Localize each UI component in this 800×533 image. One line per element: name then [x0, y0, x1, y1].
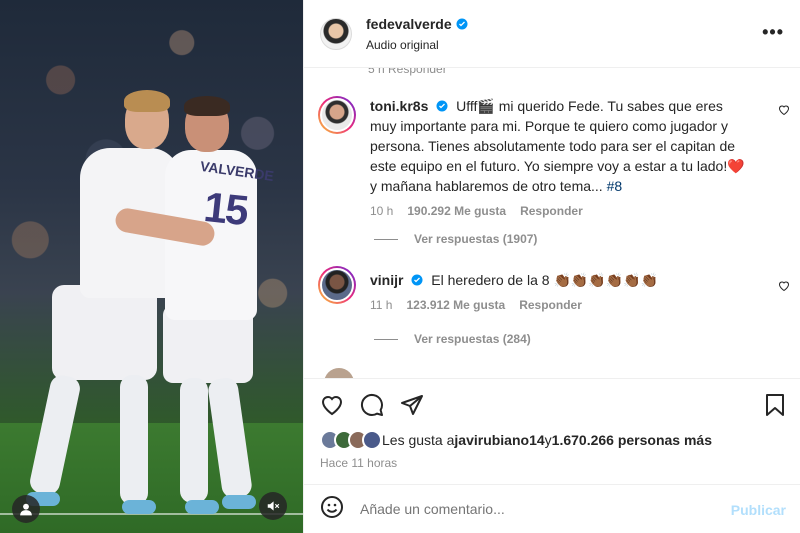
add-comment-bar: Publicar	[304, 484, 800, 533]
avatar[interactable]	[318, 266, 356, 304]
comment-item: vinijr El heredero de la 8 👏🏾👏🏾👏🏾👏🏾👏🏾👏🏾 …	[318, 266, 790, 312]
view-replies-button[interactable]: Ver respuestas (284)	[374, 332, 531, 346]
reply-button[interactable]: Responder	[520, 204, 583, 218]
comment-input[interactable]	[360, 501, 720, 517]
author-username[interactable]: fedevalverde	[366, 16, 452, 32]
faded-comment-meta: 5 h Responder	[368, 68, 447, 76]
boot	[122, 500, 156, 514]
comment-like-icon[interactable]	[778, 280, 790, 292]
comment-item: toni.kr8s Ufff🎬 mi querido Fede. Tu sabe…	[318, 96, 790, 218]
comment-text: El heredero de la 8 👏🏾👏🏾👏🏾👏🏾👏🏾👏🏾	[431, 272, 659, 288]
bookmark-icon[interactable]	[764, 393, 786, 422]
view-replies-label: Ver respuestas (1907)	[414, 232, 538, 246]
view-replies-button[interactable]: Ver respuestas (1907)	[374, 232, 537, 246]
publish-button[interactable]: Publicar	[731, 502, 786, 518]
instagram-post-window: VALVERDE 15 fedevalverde Audio original	[0, 0, 800, 533]
player-right-hair	[184, 96, 230, 116]
comment-username[interactable]: toni.kr8s	[370, 98, 428, 114]
comment-likes[interactable]: 123.912 Me gusta	[406, 298, 505, 312]
comment-time[interactable]: 11 h	[370, 298, 392, 312]
comment-like-icon[interactable]	[778, 104, 790, 116]
user-tag-icon[interactable]	[12, 495, 40, 523]
more-horizontal-icon[interactable]: •••	[762, 22, 784, 43]
avatar[interactable]	[324, 368, 354, 378]
hashtag-link[interactable]: #8	[607, 178, 623, 194]
player-right-leg	[180, 378, 208, 503]
boot	[222, 495, 256, 509]
comment-likes[interactable]: 190.292 Me gusta	[407, 204, 506, 218]
likes-prefix: Les gusta a	[382, 432, 455, 448]
likes-summary: Les gusta a javirubiano14 y 1.670.266 pe…	[320, 430, 712, 450]
audio-label[interactable]: Audio original	[366, 38, 468, 52]
post-panel: fedevalverde Audio original ••• 5 h Resp…	[303, 0, 800, 533]
likes-count[interactable]: 1.670.266 personas más	[552, 432, 712, 448]
liker-avatars[interactable]	[320, 430, 382, 450]
avatar[interactable]	[318, 96, 356, 134]
heart-icon[interactable]	[320, 393, 344, 417]
player-left-hair	[124, 90, 170, 112]
liker-username[interactable]: javirubiano14	[454, 432, 544, 448]
comment-time[interactable]: 10 h	[370, 204, 393, 218]
emoji-icon[interactable]	[320, 495, 344, 524]
player-left-shorts	[52, 285, 157, 380]
reply-button[interactable]: Responder	[519, 298, 582, 312]
post-media[interactable]: VALVERDE 15	[0, 0, 303, 533]
verified-badge-icon	[436, 100, 448, 112]
verified-badge-icon	[411, 274, 423, 286]
player-left-leg	[120, 375, 148, 505]
post-time[interactable]: Hace 11 horas	[320, 456, 397, 470]
comment-icon[interactable]	[360, 393, 384, 417]
comment-meta: 11 h 123.912 Me gusta Responder	[370, 298, 748, 312]
post-actions	[304, 378, 800, 430]
likes-middle: y	[544, 432, 552, 448]
view-replies-label: Ver respuestas (284)	[414, 332, 531, 346]
audio-muted-icon[interactable]	[259, 492, 287, 520]
share-icon[interactable]	[400, 393, 424, 417]
verified-badge-icon	[456, 18, 468, 29]
comments-list[interactable]: 5 h Responder toni.kr8s Ufff🎬 mi querido…	[304, 68, 800, 378]
post-header: fedevalverde Audio original •••	[304, 0, 800, 68]
boot	[185, 500, 219, 514]
avatar[interactable]	[320, 17, 352, 50]
comment-meta: 10 h 190.292 Me gusta Responder	[370, 204, 748, 218]
comment-username[interactable]: vinijr	[370, 272, 403, 288]
